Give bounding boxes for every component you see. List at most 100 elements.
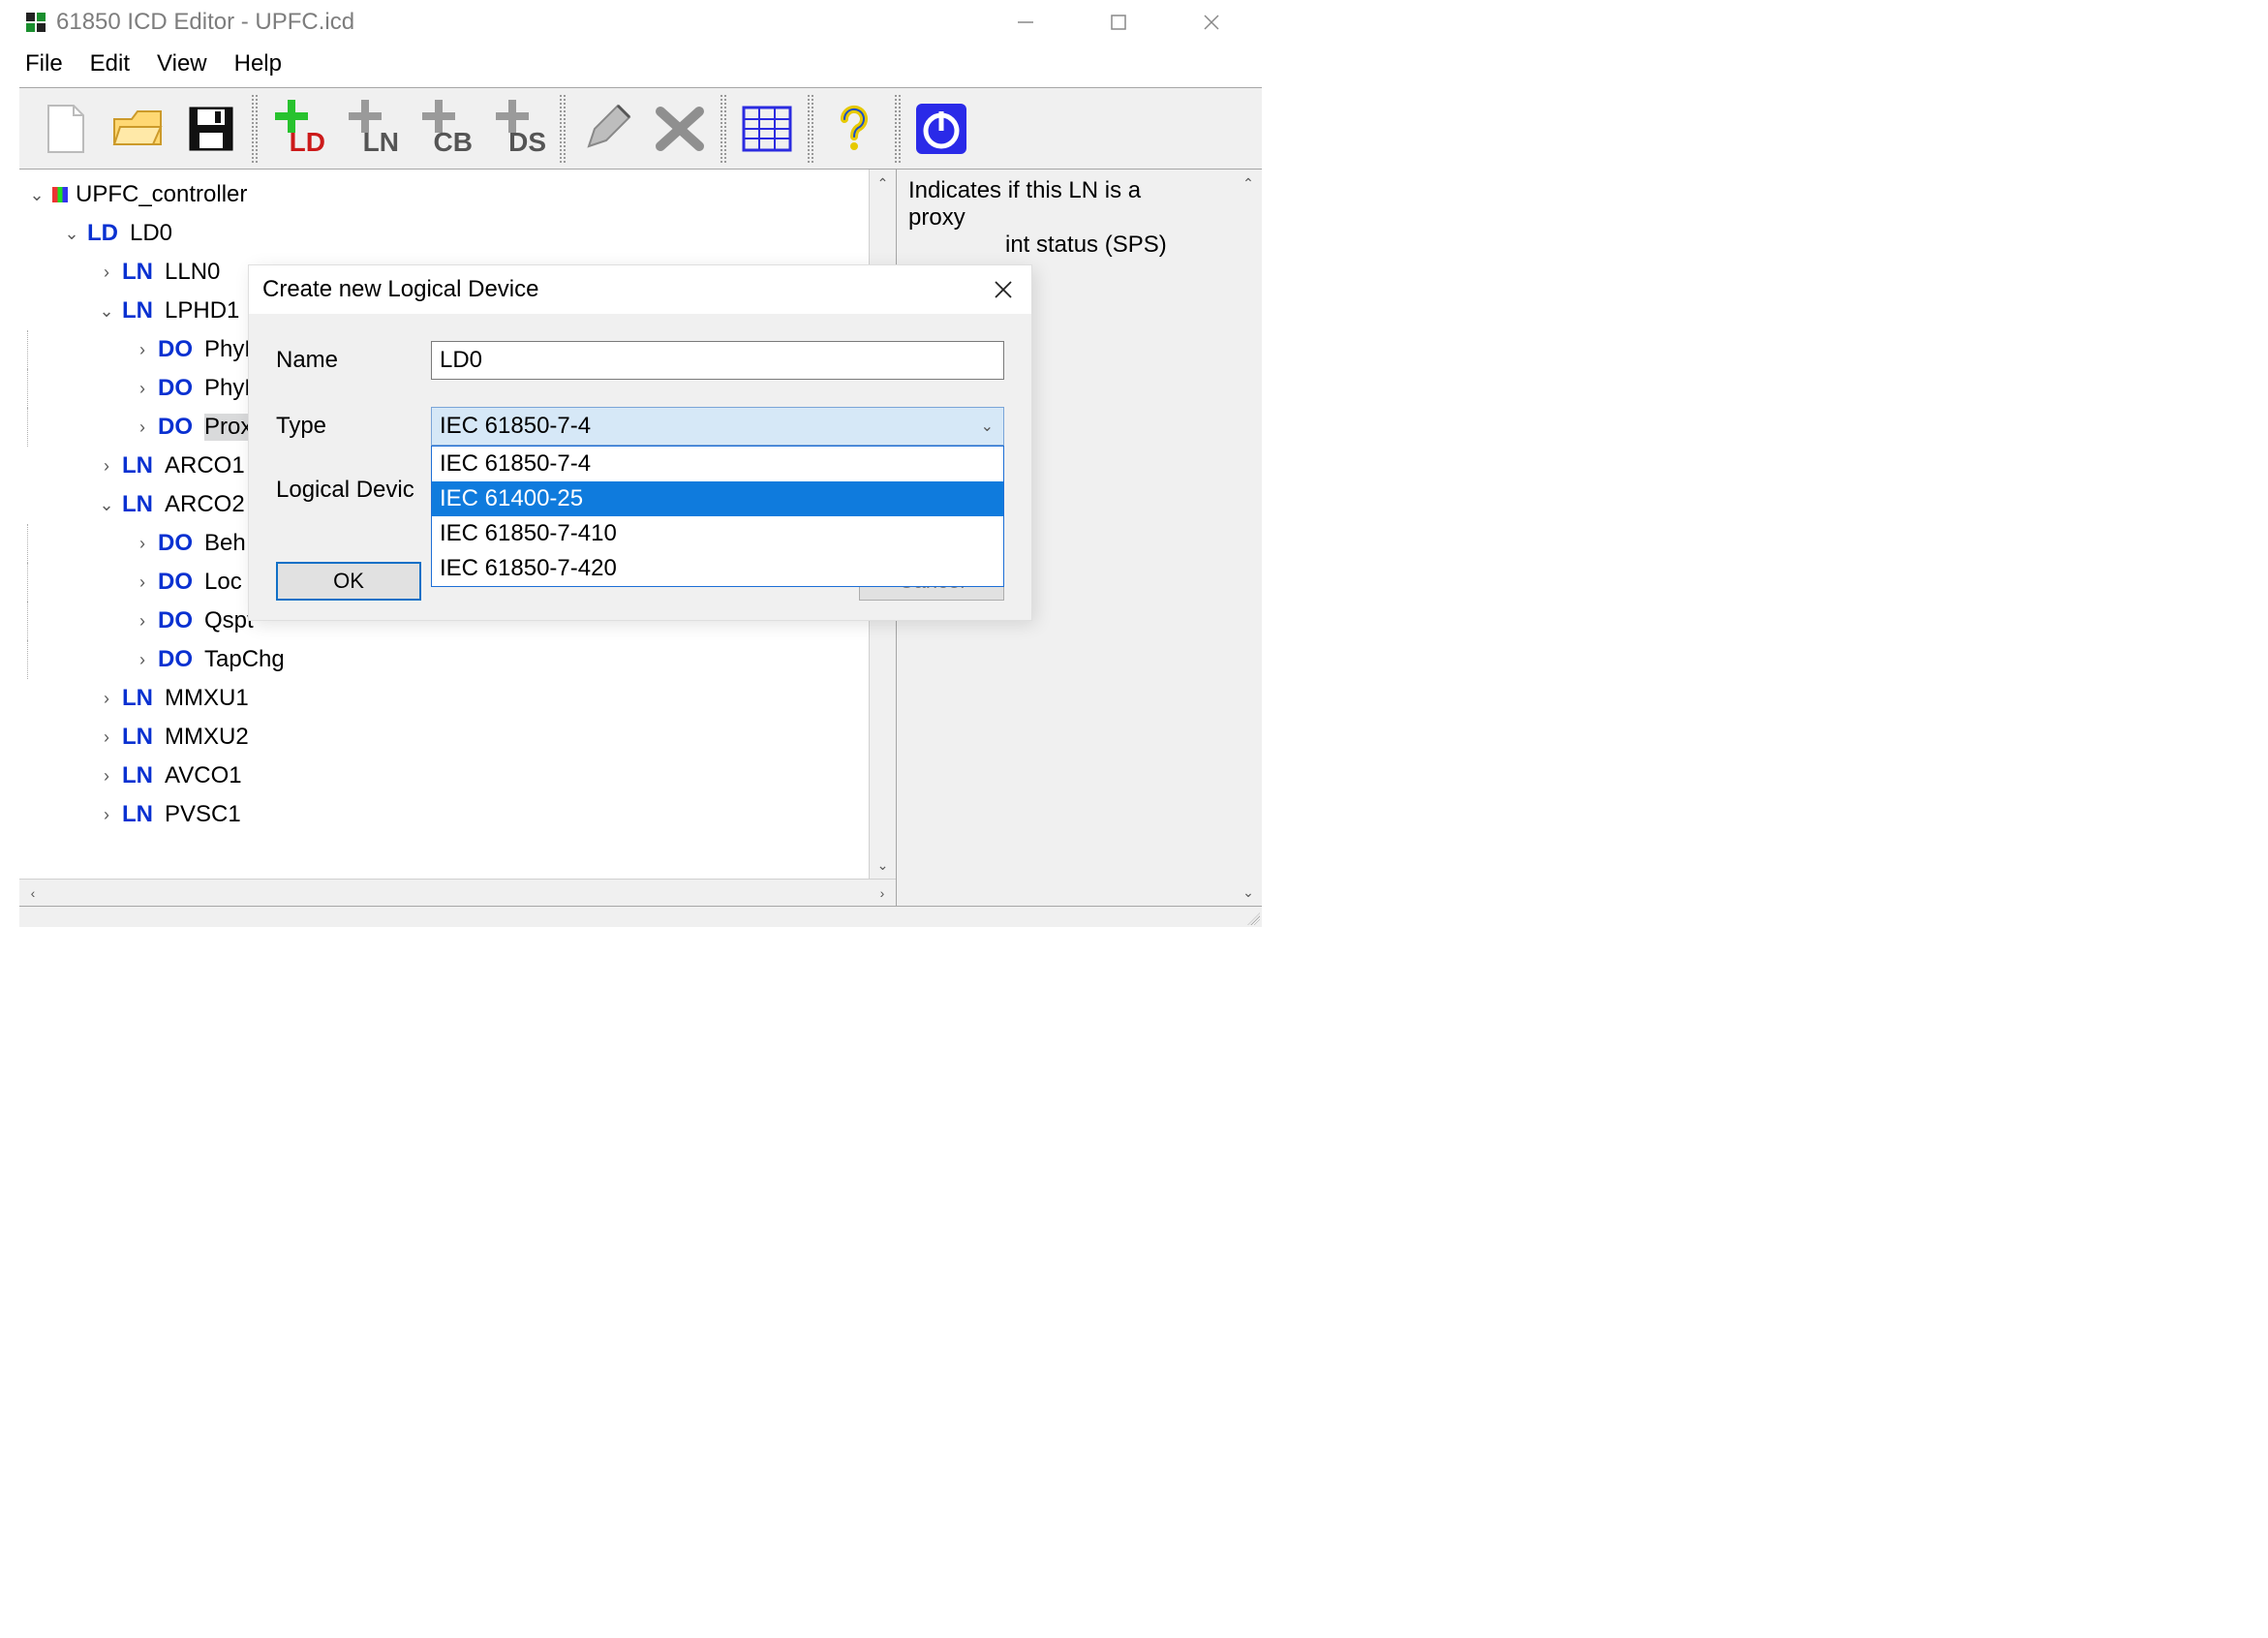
tree-node-label: UPFC_controller	[76, 181, 247, 208]
expander-icon[interactable]: ›	[97, 263, 116, 283]
tree-node-ln[interactable]: › LN PVSC1	[27, 795, 869, 834]
expander-icon[interactable]: ›	[133, 379, 152, 399]
tag-ln: LN	[122, 762, 153, 789]
add-cb-button[interactable]: CB	[411, 94, 480, 164]
add-ds-label: DS	[508, 127, 546, 158]
expander-icon[interactable]: ›	[133, 340, 152, 360]
expander-icon[interactable]: ⌄	[62, 224, 81, 244]
type-option[interactable]: IEC 61850-7-410	[432, 516, 1003, 551]
scroll-right-icon[interactable]: ›	[869, 880, 896, 906]
expander-icon[interactable]: ⌄	[27, 185, 46, 205]
add-ln-label: LN	[363, 127, 399, 158]
type-combobox-display[interactable]: IEC 61850-7-4 ⌄	[431, 407, 1004, 446]
tag-ln: LN	[122, 259, 153, 286]
app-window: 61850 ICD Editor - UPFC.icd File Edit Vi…	[19, 0, 1262, 930]
tree-node-label: Beh	[204, 530, 246, 557]
ok-button[interactable]: OK	[276, 562, 421, 601]
dialog-body: Name Type IEC 61850-7-4 ⌄ IEC 61850-7-4 …	[249, 314, 1031, 446]
tree-node-ln[interactable]: › LN MMXU1	[27, 679, 869, 718]
delete-button[interactable]	[645, 94, 715, 164]
expander-icon[interactable]: ›	[133, 650, 152, 670]
tree-node-label: Loc	[204, 569, 242, 596]
tree-node-ln[interactable]: › LN MMXU2	[27, 718, 869, 757]
expander-icon[interactable]: ›	[97, 805, 116, 825]
ied-icon	[52, 187, 68, 202]
tag-do: DO	[158, 375, 193, 402]
window-title: 61850 ICD Editor - UPFC.icd	[56, 9, 354, 36]
chevron-down-icon: ⌄	[981, 417, 994, 436]
scroll-down-icon[interactable]: ⌄	[870, 851, 896, 879]
new-file-button[interactable]	[29, 94, 99, 164]
tag-do: DO	[158, 336, 193, 363]
expander-icon[interactable]: ⌄	[97, 495, 116, 515]
tree-node-label: LLN0	[165, 259, 220, 286]
expander-icon[interactable]: ›	[133, 611, 152, 632]
save-file-button[interactable]	[176, 94, 246, 164]
maximize-button[interactable]	[1072, 0, 1165, 45]
tree-node-label: MMXU2	[165, 724, 249, 751]
edit-button[interactable]	[571, 94, 641, 164]
scroll-left-icon[interactable]: ‹	[19, 880, 46, 906]
expander-icon[interactable]: ›	[97, 766, 116, 787]
type-selected-value: IEC 61850-7-4	[440, 413, 591, 440]
dialog-close-button[interactable]	[981, 267, 1026, 312]
menu-file[interactable]: File	[25, 50, 63, 77]
close-button[interactable]	[1165, 0, 1258, 45]
table-view-button[interactable]	[732, 94, 802, 164]
toolbar: LD LN CB DS	[19, 88, 1262, 170]
expander-icon[interactable]: ›	[133, 534, 152, 554]
tag-ln: LN	[122, 801, 153, 828]
tag-ln: LN	[122, 297, 153, 325]
expander-icon[interactable]: ›	[97, 689, 116, 709]
tree-node-ln[interactable]: › LN AVCO1	[27, 757, 869, 795]
menu-edit[interactable]: Edit	[90, 50, 130, 77]
expander-icon[interactable]: ⌄	[97, 301, 116, 322]
tree-node-label: LD0	[130, 220, 172, 247]
expander-icon[interactable]: ›	[133, 572, 152, 593]
tree-node-label: Qspt	[204, 607, 254, 634]
expander-icon[interactable]: ›	[97, 727, 116, 748]
add-ld-label: LD	[290, 127, 325, 158]
add-ld-button[interactable]: LD	[263, 94, 333, 164]
ok-button-label: OK	[333, 569, 364, 594]
app-icon	[25, 12, 46, 33]
menu-help[interactable]: Help	[234, 50, 282, 77]
logical-device-label-truncated: Logical Devic	[276, 477, 414, 504]
tag-ln: LN	[122, 724, 153, 751]
help-button[interactable]	[819, 94, 889, 164]
info-text-line: Indicates if this LN is a	[908, 177, 1233, 204]
add-ln-button[interactable]: LN	[337, 94, 407, 164]
type-combobox[interactable]: IEC 61850-7-4 ⌄ IEC 61850-7-4 IEC 61400-…	[431, 407, 1004, 446]
status-bar	[19, 906, 1262, 927]
info-vertical-scrollbar[interactable]: ⌃ ⌄	[1235, 170, 1262, 906]
type-option[interactable]: IEC 61850-7-4	[432, 447, 1003, 481]
tree-root[interactable]: ⌄ UPFC_controller	[27, 175, 869, 214]
expander-icon[interactable]: ›	[97, 456, 116, 477]
tree-horizontal-scrollbar[interactable]: ‹ ›	[19, 879, 896, 906]
tree-node-label: ARCO2	[165, 491, 245, 518]
add-cb-label: CB	[434, 127, 473, 158]
type-option[interactable]: IEC 61400-25	[432, 481, 1003, 516]
scroll-up-icon[interactable]: ⌃	[870, 170, 896, 197]
tree-node-label: MMXU1	[165, 685, 249, 712]
tree-node-ld[interactable]: ⌄ LD LD0	[27, 214, 869, 253]
scroll-down-icon[interactable]: ⌄	[1235, 879, 1262, 906]
name-input[interactable]	[431, 341, 1004, 380]
tree-node-label: LPHD1	[165, 297, 239, 325]
tag-do: DO	[158, 607, 193, 634]
power-button[interactable]	[906, 94, 976, 164]
scroll-up-icon[interactable]: ⌃	[1235, 170, 1262, 197]
expander-icon[interactable]: ›	[133, 417, 152, 438]
menu-view[interactable]: View	[157, 50, 207, 77]
resize-grip-icon[interactable]	[1244, 910, 1260, 925]
open-file-button[interactable]	[103, 94, 172, 164]
minimize-button[interactable]	[979, 0, 1072, 45]
add-ds-button[interactable]: DS	[484, 94, 554, 164]
tree-node-do[interactable]: › DO TapChg	[27, 640, 869, 679]
info-text-line-partial: int status (SPS)	[908, 232, 1233, 259]
type-option[interactable]: IEC 61850-7-420	[432, 551, 1003, 586]
tag-do: DO	[158, 646, 193, 673]
name-label: Name	[276, 347, 431, 374]
dialog-titlebar: Create new Logical Device	[249, 265, 1031, 314]
tag-ln: LN	[122, 452, 153, 479]
